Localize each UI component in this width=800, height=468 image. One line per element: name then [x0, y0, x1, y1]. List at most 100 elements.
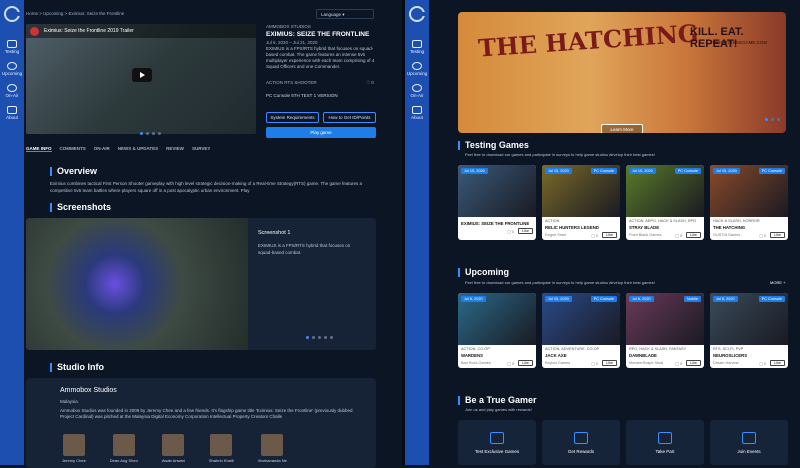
platform-badge: Mobile [683, 296, 701, 302]
platform-badge: PC Console [758, 168, 785, 174]
like-button[interactable]: Like [770, 360, 785, 366]
logo-icon[interactable] [4, 6, 20, 22]
nav-upcoming[interactable]: Upcoming [407, 62, 427, 76]
comment-icon: ▢ 0 [675, 233, 683, 238]
avatar [112, 434, 135, 456]
test-dates: Jul 6, 2020 – Jul 21, 2020 [266, 40, 318, 45]
developer-line: Bad Rock Games ▢ 0 Like [458, 358, 536, 368]
learn-more-button[interactable]: Learn More [601, 124, 643, 133]
perk-take-part[interactable]: Take Part [626, 420, 704, 465]
game-card[interactable]: Jul 15, 2020 PC Console ACTION RELIC HUNTER… [542, 165, 620, 240]
gamepad-icon [490, 431, 504, 444]
like-button[interactable]: Like [686, 360, 701, 366]
nav-about[interactable]: About [6, 106, 18, 120]
hero-banner[interactable]: THE HATCHING KILL. EAT. REPEAT! THEHATCH… [458, 12, 786, 133]
system-requirements-button[interactable]: System Requirements [266, 112, 319, 123]
perk-test-games[interactable]: Test Exclusive Games [458, 420, 536, 465]
medal-icon [574, 431, 588, 444]
game-card[interactable]: Jul 6, 2020 Mobile RPG, HACK & SLASH, FANT… [626, 293, 704, 368]
chat-icon [411, 106, 422, 114]
genre-line: ACTION, ARPG, HACK & SLASH, RPG [629, 219, 697, 223]
genre-line: ACTION [545, 219, 560, 223]
game-thumbnail: Jul 15, 2020 [458, 165, 536, 217]
play-icon[interactable] [132, 68, 152, 82]
screenshot-dots[interactable] [306, 336, 333, 339]
genre-line: RPG, HACK & SLASH, FANTASY [629, 347, 687, 351]
like-button[interactable]: Like [602, 232, 617, 238]
tab-news[interactable]: NEWS & UPDATES [118, 146, 158, 152]
game-card[interactable]: Jul 8, 2020 PC Console RTS, SCI-FI, PVP NEU… [710, 293, 788, 368]
team-member[interactable]: Shahrin Khalil [209, 434, 234, 463]
testing-games-list: Jul 15, 2020 EXIMIUS: SEIZE THE FRONTLINE… [458, 165, 788, 240]
developer-line: MonsterScape Studi ▢ 0 Like [626, 358, 704, 368]
upcoming-heading: Upcoming [458, 268, 509, 277]
nav-onair[interactable]: On-Air [410, 84, 424, 98]
breadcrumb[interactable]: Home > Upcoming > Eximius: Seize the Fro… [26, 11, 124, 16]
tab-game-info[interactable]: GAME INFO [26, 146, 52, 152]
team-member[interactable]: Awab Anwari [162, 434, 185, 463]
team-member[interactable]: Vivekananda Ne [258, 434, 287, 463]
nav-testing[interactable]: Testing [5, 40, 19, 54]
platform-badge: PC Console [758, 296, 785, 302]
platform-badge: PC Console [674, 168, 701, 174]
nav-upcoming[interactable]: Upcoming [2, 62, 22, 76]
comment-icon: ▢ 0 [591, 361, 599, 366]
like-button[interactable]: Like [518, 360, 533, 366]
overview-text: Eximius combines tactical First Person S… [50, 181, 362, 193]
genre-line: ACTION, CO-OP [461, 347, 490, 351]
team-list: Jeremy Chee Dean Ang Shen Awab Anwari Sh… [62, 434, 287, 463]
play-game-button[interactable]: Play game [266, 127, 376, 138]
team-member[interactable]: Dean Ang Shen [110, 434, 138, 463]
comment-icon: ▢ 0 [507, 361, 515, 366]
team-member[interactable]: Jeremy Chee [62, 434, 86, 463]
like-button[interactable]: Like [602, 360, 617, 366]
developer-line: Rogue Snail ▢ 0 Like [542, 230, 620, 240]
like-button[interactable]: Like [518, 228, 533, 234]
language-select[interactable]: Language ▾ [316, 9, 374, 19]
tab-on-air[interactable]: ON-AIR [94, 146, 110, 152]
game-card[interactable]: Jul 6, 2020 ACTION, CO-OP WARDENS Bad Rock … [458, 293, 536, 368]
genre-line: HACK & SLASH, HORROR [713, 219, 760, 223]
right-sidebar: Testing Upcoming On-Air About [405, 0, 429, 465]
comment-icon: ▢ 0 [507, 229, 515, 234]
logo-icon[interactable] [409, 6, 425, 22]
developer-line: Keybot Games ▢ 0 Like [542, 358, 620, 368]
nav-onair[interactable]: On-Air [5, 84, 19, 98]
gamepad-icon [411, 40, 422, 48]
developer-line: Dream Harvest ▢ 0 Like [710, 358, 788, 368]
tab-survey[interactable]: SURVEY [192, 146, 210, 152]
date-badge: Jul 15, 2020 [629, 168, 656, 174]
game-name: EXIMIUS: SEIZE THE FRONTLINE [461, 221, 530, 226]
comment-icon: ▢ 0 [759, 233, 767, 238]
testing-heading: Testing Games [458, 141, 529, 150]
hero-dots[interactable] [765, 118, 780, 121]
hero-url: THEHATCHINGGAME.COM [710, 40, 768, 45]
studio-label: AMMOBOX STUDIOS [266, 24, 311, 29]
like-count[interactable]: ♡ 0 [366, 80, 374, 86]
upcoming-subtitle: Feel free to download our games and part… [465, 280, 655, 285]
gamer-heading: Be a True Gamer [458, 396, 537, 405]
tab-review[interactable]: REVIEW [166, 146, 184, 152]
developer-line: ▢ 0 Like [458, 226, 536, 236]
gamer-subtitle: Join us and play games with rewards! [465, 407, 532, 412]
avatar [62, 434, 85, 456]
perk-events[interactable]: Join Events [710, 420, 788, 465]
screenshot-viewer[interactable]: Screenshot 1 EXIMIUS is a FPS/RTS hybrid… [26, 218, 376, 350]
nav-testing[interactable]: Testing [410, 40, 424, 54]
carousel-dots[interactable] [140, 132, 161, 135]
game-card[interactable]: Jul 15, 2020 EXIMIUS: SEIZE THE FRONTLINE… [458, 165, 536, 240]
game-thumbnail: Jul 8, 2020 PC Console [710, 293, 788, 345]
trailer-video[interactable]: Eximius: Seize the Frontline 2019 Traile… [26, 24, 256, 134]
more-link[interactable]: MORE + [770, 279, 785, 286]
game-card[interactable]: Jul 15, 2020 PC Console ACTION, ARPG, HACK… [626, 165, 704, 240]
perk-rewards[interactable]: Get Rewards [542, 420, 620, 465]
game-card[interactable]: Jul 15, 2020 PC Console HACK & SLASH, HORR… [710, 165, 788, 240]
tab-comments[interactable]: COMMENTS [60, 146, 86, 152]
game-thumbnail: Jul 15, 2020 PC Console [542, 293, 620, 345]
like-button[interactable]: Like [686, 232, 701, 238]
like-button[interactable]: Like [770, 232, 785, 238]
how-to-get-id-button[interactable]: How to Get ID/Points [323, 112, 376, 123]
clock-icon [6, 62, 17, 70]
game-card[interactable]: Jul 15, 2020 PC Console ACTION, ADVENTURE,… [542, 293, 620, 368]
nav-about[interactable]: About [411, 106, 423, 120]
